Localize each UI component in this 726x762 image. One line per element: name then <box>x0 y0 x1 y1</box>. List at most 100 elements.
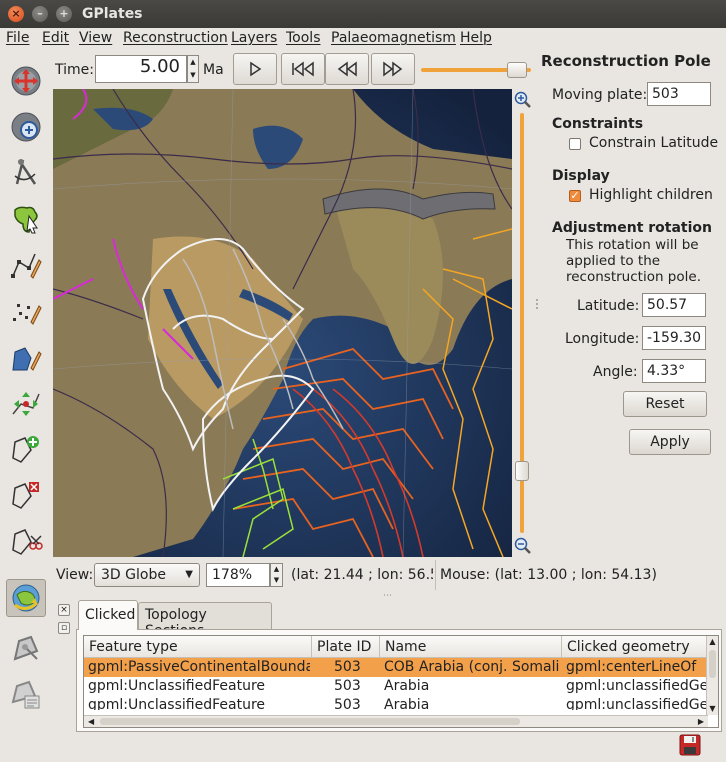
zoom-slider-handle[interactable] <box>515 461 529 481</box>
step-back-button[interactable] <box>325 53 369 85</box>
insert-vertex-tool[interactable] <box>6 430 46 468</box>
angle-field[interactable]: 4.33° <box>642 359 706 383</box>
zoom-in-icon[interactable] <box>514 91 532 109</box>
globe-canvas[interactable] <box>53 89 512 557</box>
latitude-field[interactable]: 50.57 <box>642 293 706 317</box>
cell-name: Arabia <box>384 697 430 710</box>
save-icon[interactable] <box>679 734 701 756</box>
insert-vertex-icon <box>12 436 39 463</box>
zoom-out-icon[interactable] <box>514 537 532 555</box>
delete-vertex-icon <box>12 482 39 509</box>
longitude-field[interactable]: -159.30 <box>642 326 706 350</box>
column-header-name[interactable]: Name <box>380 636 562 658</box>
reset-button[interactable]: Reset <box>623 391 707 417</box>
column-header-plate-id[interactable]: Plate ID <box>312 636 380 658</box>
zoom-globe-icon <box>11 112 41 142</box>
table-row[interactable]: gpml:UnclassifiedFeature 503 Arabia gpml… <box>84 677 708 696</box>
digitise-polygon-icon <box>12 347 42 371</box>
clicked-features-table: Feature type Plate ID Name Clicked geome… <box>83 635 719 728</box>
play-icon <box>250 61 262 77</box>
adjustment-description-line3: reconstruction pole. <box>566 269 701 285</box>
longitude-label: Longitude: <box>565 331 640 347</box>
column-header-clicked-geometry[interactable]: Clicked geometry <box>562 636 708 658</box>
digitise-polygon-tool[interactable] <box>6 338 46 376</box>
menu-tools[interactable]: Tools <box>286 30 321 46</box>
scroll-left-icon[interactable]: ◀ <box>88 716 94 727</box>
build-topology-tool[interactable] <box>6 629 46 667</box>
title-bar: × – + GPlates <box>0 0 726 28</box>
step-forward-button[interactable] <box>371 53 415 85</box>
constrain-latitude-label: Constrain Latitude <box>589 135 719 151</box>
cell-name: Arabia <box>384 678 430 694</box>
time-unit-label: Ma <box>203 62 224 78</box>
scroll-up-icon[interactable]: ▲ <box>707 636 718 648</box>
measure-distance-tool[interactable] <box>6 154 46 192</box>
delete-vertex-tool[interactable] <box>6 476 46 514</box>
angle-label: Angle: <box>593 364 638 380</box>
scroll-right-icon[interactable]: ▶ <box>698 716 704 727</box>
close-window-button[interactable]: × <box>8 6 24 22</box>
table-vertical-scrollbar[interactable]: ▲ ▼ <box>706 636 718 715</box>
camera-coordinates: (lat: 21.44 ; lon: 56.52 <box>291 567 433 583</box>
drag-globe-tool[interactable] <box>6 62 46 100</box>
zoom-slider-panel <box>512 89 533 557</box>
view-select[interactable]: 3D Globe ▼ <box>94 563 200 587</box>
play-button[interactable] <box>233 53 277 85</box>
panel-splitter[interactable] <box>533 52 541 558</box>
adjustment-description-line1: This rotation will be <box>566 237 699 253</box>
highlight-children-label: Highlight children <box>589 187 713 203</box>
cell-plate-id: 503 <box>334 678 361 694</box>
time-toolbar: Time: 5.00 ▲ ▼ Ma <box>53 52 539 88</box>
rewind-to-start-icon <box>292 61 314 77</box>
maximize-window-button[interactable]: + <box>56 6 72 22</box>
table-row[interactable]: gpml:UnclassifiedFeature 503 Arabia gpml… <box>84 696 708 710</box>
digitise-polyline-tool[interactable] <box>6 246 46 284</box>
menu-layers[interactable]: Layers <box>231 30 277 46</box>
dock-float-button[interactable]: ▫ <box>58 622 70 634</box>
menu-help[interactable]: Help <box>460 30 492 46</box>
digitise-multipoint-tool[interactable] <box>6 292 46 330</box>
time-slider-handle[interactable] <box>507 62 527 78</box>
tab-topology-sections[interactable]: Topology Sections <box>138 602 272 639</box>
dock-resize-grip[interactable]: ⋯ <box>383 592 393 601</box>
cell-feature-type: gpml:UnclassifiedFeature <box>88 697 266 710</box>
zoom-percent-field[interactable]: 178% <box>206 563 270 587</box>
globe-map <box>53 89 512 557</box>
time-spinner[interactable]: ▲ ▼ <box>187 55 199 83</box>
status-separator <box>435 560 436 590</box>
constrain-latitude-checkbox[interactable] <box>569 138 581 150</box>
highlight-children-checkbox[interactable]: ✓ <box>569 190 581 202</box>
menu-view[interactable]: View <box>79 30 112 46</box>
table-row[interactable]: gpml:PassiveContinentalBoundary 503 COB … <box>84 658 708 677</box>
vertical-scroll-thumb[interactable] <box>709 650 716 678</box>
move-vertex-tool[interactable] <box>6 384 46 422</box>
split-feature-icon <box>12 529 43 555</box>
choose-feature-tool[interactable] <box>6 200 46 238</box>
reset-animation-button[interactable] <box>281 53 325 85</box>
menu-palaeomagnetism[interactable]: Palaeomagnetism <box>331 30 456 46</box>
modify-reconstruction-pole-tool[interactable] <box>6 579 46 617</box>
scroll-down-icon[interactable]: ▼ <box>707 703 718 715</box>
moving-plate-label: Moving plate: <box>552 87 648 103</box>
edit-topology-tool[interactable] <box>6 676 46 714</box>
table-horizontal-scrollbar[interactable]: ◀ ▶ <box>84 715 708 727</box>
reconstruction-pole-panel: Reconstruction Pole Moving plate: 503 Co… <box>541 52 726 558</box>
feature-table-dock: × ▫ Clicked Topology Sections Feature ty… <box>54 600 722 732</box>
zoom-percent-spinner[interactable]: ▲ ▼ <box>270 563 283 587</box>
menu-edit[interactable]: Edit <box>42 30 69 46</box>
column-header-feature-type[interactable]: Feature type <box>84 636 312 658</box>
moving-plate-field[interactable]: 503 <box>647 82 711 106</box>
menu-reconstruction[interactable]: Reconstruction <box>123 30 228 46</box>
split-feature-tool[interactable] <box>6 522 46 560</box>
zoom-globe-tool[interactable] <box>6 108 46 146</box>
tab-clicked[interactable]: Clicked <box>78 600 138 630</box>
adjustment-rotation-heading: Adjustment rotation <box>552 220 713 236</box>
apply-button[interactable]: Apply <box>629 429 711 455</box>
time-input[interactable]: 5.00 <box>95 55 187 83</box>
minimize-window-button[interactable]: – <box>32 6 48 22</box>
constraints-heading: Constraints <box>552 116 644 132</box>
dock-close-button[interactable]: × <box>58 604 70 616</box>
menu-file[interactable]: File <box>6 30 29 46</box>
mouse-label: Mouse: <box>440 567 491 583</box>
horizontal-scroll-thumb[interactable] <box>100 718 520 725</box>
